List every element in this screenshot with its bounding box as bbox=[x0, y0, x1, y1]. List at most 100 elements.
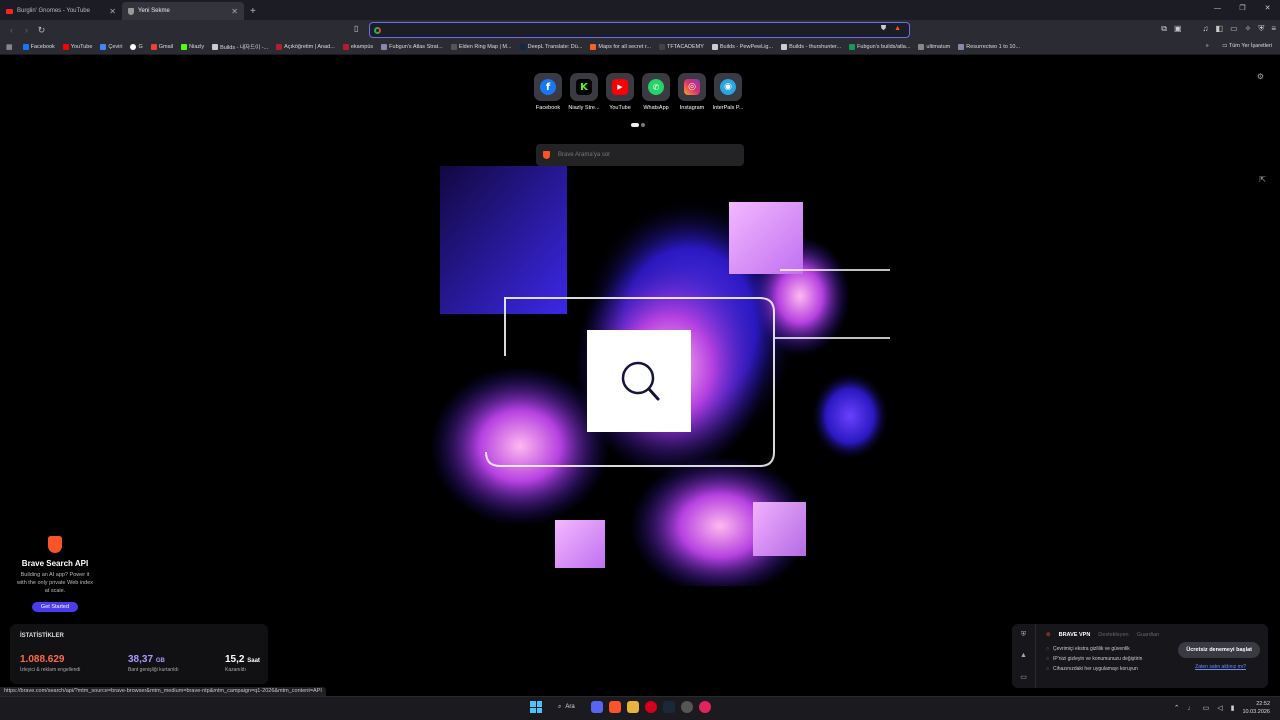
youtube-icon bbox=[6, 8, 13, 14]
tab-new[interactable]: Yeni Sekme ✕ bbox=[122, 2, 244, 20]
media-icon[interactable]: ♫ bbox=[1203, 24, 1209, 34]
bookmark-item[interactable]: Gmail bbox=[150, 44, 173, 50]
stat-trackers: 1.088.629 İzleyici & reklam engellendi bbox=[20, 654, 80, 673]
bookmark-item[interactable]: Builds - 내자드이 -... bbox=[212, 43, 268, 51]
stats-widget: İSTATİSTİKLER 1.088.629 İzleyici & rekla… bbox=[10, 624, 268, 684]
bookmark-item[interactable]: Fubgun's Atlas Strat... bbox=[381, 44, 443, 50]
windows-start-icon[interactable] bbox=[530, 701, 542, 713]
bookmark-item[interactable]: Açıköğretim | Anad... bbox=[276, 44, 335, 50]
bookmark-item[interactable]: Facebook bbox=[22, 44, 55, 50]
all-bookmarks-button[interactable]: » ▭ Tüm Yer İşaretleri bbox=[1206, 43, 1272, 49]
bookmark-item[interactable]: Builds - thurshunter... bbox=[781, 44, 841, 50]
close-window-button[interactable]: ✕ bbox=[1255, 0, 1280, 18]
steam-icon[interactable] bbox=[662, 701, 675, 713]
search-placeholder: Brave Arama'ya sor bbox=[558, 152, 611, 158]
page-dot[interactable] bbox=[641, 123, 645, 127]
bookmark-label: Builds - 내자드이 -... bbox=[220, 45, 269, 51]
top-site-tile[interactable]: ✆ WhatsApp bbox=[642, 73, 670, 111]
top-site-tile[interactable]: ◉ InterPals P... bbox=[713, 73, 743, 111]
extensions-icon[interactable]: ⧉ bbox=[1161, 24, 1167, 34]
chevron-right-icon[interactable]: » bbox=[1206, 43, 1209, 49]
clock[interactable]: 22:52 10.03.2026 bbox=[1242, 700, 1270, 716]
leo-ai-icon[interactable]: ✧ bbox=[1245, 24, 1252, 34]
bookmark-icon bbox=[849, 44, 856, 50]
bookmark-icon bbox=[150, 44, 157, 50]
bookmark-icon bbox=[711, 44, 718, 50]
maximize-button[interactable]: ❐ bbox=[1230, 0, 1255, 18]
top-site-tile[interactable]: ◎ Instagram bbox=[678, 73, 706, 111]
close-icon[interactable]: ✕ bbox=[109, 7, 116, 16]
microphone-icon[interactable]: ♩ bbox=[1188, 705, 1195, 712]
bookmark-icon bbox=[519, 44, 526, 50]
bookmark-item[interactable]: Fubgun's builds/atla... bbox=[849, 44, 910, 50]
battery-icon[interactable]: ▮ bbox=[1231, 704, 1235, 712]
taskbar-search[interactable]: ⌕ Ara bbox=[548, 704, 585, 711]
bookmark-item[interactable]: Çeviri bbox=[100, 44, 122, 50]
top-site-tile[interactable]: f Facebook bbox=[534, 73, 562, 111]
brave-search-box[interactable]: Brave Arama'ya sor bbox=[536, 144, 744, 166]
start-trial-button[interactable]: Ücretsiz denemeyi başlat bbox=[1178, 642, 1260, 658]
sidebar-icon[interactable]: ◧ bbox=[1216, 24, 1224, 34]
bookmark-item[interactable]: Elden Ring Map | M... bbox=[450, 44, 512, 50]
stat-desc: Bant genişliği kurtarıldı bbox=[128, 667, 179, 673]
bookmark-icon bbox=[918, 44, 925, 50]
gear-icon[interactable]: ⚙ bbox=[1257, 72, 1264, 81]
bookmark-item[interactable]: Resurrectwo 1 to 10... bbox=[958, 44, 1020, 50]
chevron-up-icon[interactable]: ⌃ bbox=[1174, 704, 1180, 712]
apps-grid-icon[interactable]: ▦ bbox=[6, 43, 13, 51]
reload-button[interactable]: ↻ bbox=[34, 25, 49, 36]
get-started-button[interactable]: Get Started bbox=[31, 602, 79, 612]
vpn-shield-icon[interactable]: ⛨ bbox=[1021, 631, 1026, 639]
bookmark-label: Açıköğretim | Anad... bbox=[284, 44, 335, 50]
minimize-button[interactable]: — bbox=[1205, 0, 1230, 18]
bookmark-item[interactable]: YouTube bbox=[62, 44, 92, 50]
bookmark-page-icon[interactable]: ▯ bbox=[354, 24, 358, 33]
bookmark-item[interactable]: DeepL Translate: Dü... bbox=[519, 44, 582, 50]
opera-icon[interactable] bbox=[644, 701, 657, 713]
external-link-icon[interactable]: ⇱ bbox=[1259, 175, 1266, 184]
top-site-tile[interactable]: ▶ YouTube bbox=[606, 73, 634, 111]
new-tab-button[interactable]: + bbox=[244, 6, 262, 20]
address-bar[interactable]: ⛊ ▲ bbox=[369, 22, 910, 38]
bookmark-item[interactable]: ekampüs bbox=[342, 44, 374, 50]
already-purchased-link[interactable]: Zaten satın aldınız mı? bbox=[1195, 664, 1246, 670]
brave-browser-icon[interactable] bbox=[608, 701, 621, 713]
brave-shields-icon[interactable]: ⛊ bbox=[881, 25, 886, 33]
stat-bandwidth: 38,37 GB Bant genişliği kurtarıldı bbox=[128, 654, 179, 673]
bookmark-item[interactable]: Niazly bbox=[181, 44, 204, 50]
rewards-triangle-icon[interactable]: ▲ bbox=[1020, 652, 1027, 659]
screenshot-icon[interactable]: ▣ bbox=[1174, 24, 1182, 34]
wallet-icon[interactable]: ▭ bbox=[1020, 673, 1027, 681]
discord-icon[interactable] bbox=[590, 701, 603, 713]
clock-date: 10.03.2026 bbox=[1242, 709, 1270, 715]
list-item: IP'nizi gizleyin ve konumunuzu değiştiri… bbox=[1046, 654, 1142, 664]
vpn-icon[interactable]: ⛨ bbox=[1258, 24, 1264, 34]
brave-rewards-icon[interactable]: ▲ bbox=[894, 25, 901, 33]
monitor-icon[interactable]: ▭ bbox=[1203, 704, 1210, 712]
status-bar-url: https://brave.com/search/api/?mtm_source… bbox=[0, 687, 326, 696]
bookmark-label: ekampüs bbox=[350, 44, 374, 50]
bookmark-item[interactable]: Maps for all secret r... bbox=[590, 44, 651, 50]
file-explorer-icon[interactable] bbox=[626, 701, 639, 713]
bookmark-label: Elden Ring Map | M... bbox=[458, 44, 512, 50]
menu-icon[interactable]: ≡ bbox=[1271, 24, 1276, 34]
bookmark-icon bbox=[100, 44, 107, 50]
speaker-icon[interactable]: ◁ bbox=[1217, 704, 1222, 712]
forward-button[interactable]: › bbox=[19, 25, 34, 35]
bookmark-item[interactable]: G bbox=[130, 44, 143, 50]
top-site-tile[interactable]: K Niazly Stre... bbox=[568, 73, 600, 111]
media-player-icon[interactable] bbox=[698, 701, 711, 713]
bookmark-item[interactable]: TFTACADEMY bbox=[659, 44, 704, 50]
wallet-icon[interactable]: ▭ bbox=[1230, 24, 1238, 34]
tab-youtube[interactable]: Burglin' Gnomes - YouTube ✕ bbox=[0, 2, 122, 20]
bookmark-item[interactable]: Builds - PewPewLig... bbox=[711, 44, 773, 50]
vpn-features: Çevrimiçi ekstra gizlilik ve güvenlik IP… bbox=[1046, 644, 1142, 674]
stats-heading: İSTATİSTİKLER bbox=[20, 633, 64, 639]
top-sites-pagination[interactable] bbox=[631, 123, 645, 127]
chrome-icon[interactable] bbox=[680, 701, 693, 713]
back-button[interactable]: ‹ bbox=[4, 25, 19, 35]
bookmark-item[interactable]: ultimatum bbox=[918, 44, 950, 50]
close-icon[interactable]: ✕ bbox=[231, 7, 238, 16]
bookmark-icon bbox=[130, 44, 137, 50]
page-dot[interactable] bbox=[631, 123, 639, 127]
